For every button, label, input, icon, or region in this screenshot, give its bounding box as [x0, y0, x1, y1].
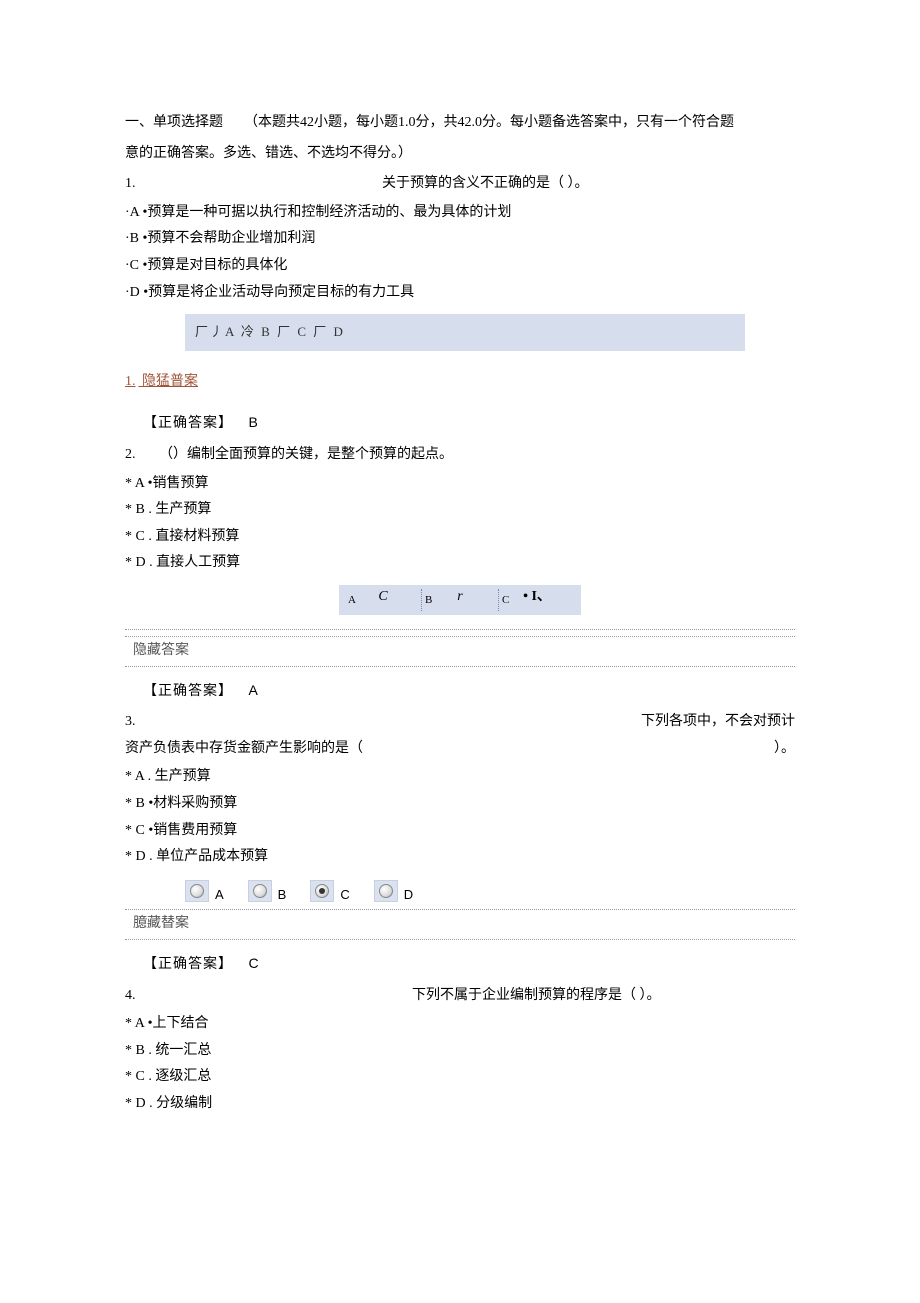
question-3: 3. 下列各项中，不会对预计 资产负债表中存货金额产生影响的是（ ）。 * A … [125, 709, 795, 978]
section-header: 一、单项选择题 （本题共42小题，每小题1.0分，共42.0分。每小题备选答案中… [125, 110, 795, 137]
q2-strip-b-label: B [425, 590, 432, 611]
q3-option-c: * C •销售费用预算 [125, 818, 795, 845]
q4-number: 4. [125, 983, 145, 1010]
q1-option-c: ·C •预算是对目标的具体化 [125, 253, 795, 280]
q4-option-a: * A •上下结合 [125, 1011, 795, 1038]
q1-hide-answer-link[interactable]: 1. 隐猛普案 [125, 369, 198, 396]
q2-hide-answer[interactable]: 隐藏答案 [125, 636, 795, 667]
q2-stem: （）编制全面预算的关键，是整个预算的起点。 [159, 447, 453, 462]
q2-correct-label: 【正确答案】 [143, 684, 233, 699]
q2-correct-val: A [249, 682, 258, 698]
q2-strip-b-mark: r [457, 584, 462, 611]
section-note-2: 意的正确答案。多选、错选、不选均不得分。） [125, 146, 412, 161]
q3-stem-right: 下列各项中，不会对预计 [641, 709, 795, 736]
q3-radio-a-label: A [215, 875, 224, 908]
q1-correct-val: B [249, 414, 258, 430]
q2-strip-c-mark: • I、 [523, 584, 551, 611]
q4-stem: 下列不属于企业编制预算的程序是（ ）。 [412, 988, 661, 1003]
radio-icon [315, 884, 329, 898]
section-note-2-wrap: 意的正确答案。多选、错选、不选均不得分。） [125, 141, 795, 168]
section-title: 一、单项选择题 [125, 115, 223, 130]
q2-option-d: * D . 直接人工预算 [125, 550, 795, 577]
q4-option-b: * B . 统一汇总 [125, 1038, 795, 1065]
q3-correct: 【正确答案】 C [143, 950, 795, 979]
q1-option-a: ·A •预算是一种可据以执行和控制经济活动的、最为具体的计划 [125, 200, 795, 227]
radio-icon [253, 884, 267, 898]
q3-radio-b[interactable]: B [248, 875, 287, 908]
q1-option-b: ·B •预算不会帮助企业增加利润 [125, 226, 795, 253]
q4-options: * A •上下结合 * B . 统一汇总 * C . 逐级汇总 * D . 分级… [125, 1011, 795, 1117]
q1-correct: 【正确答案】 B [143, 409, 795, 438]
q2-answer-strip[interactable]: A C Br C • I、 [339, 585, 581, 615]
q2-strip-a-mark: C [378, 584, 387, 611]
q3-radio-group: A B C D [185, 875, 795, 908]
q1-answer-strip[interactable]: 厂丿A 冷 B 厂 C 厂 D [185, 314, 745, 351]
q2-options: * A •销售预算 * B . 生产预算 * C . 直接材料预算 * D . … [125, 471, 795, 577]
section-note-1: （本题共42小题，每小题1.0分，共42.0分。每小题备选答案中，只有一个符合题 [244, 115, 734, 130]
q3-radio-c-label: C [340, 875, 349, 908]
q3-correct-val: C [249, 955, 259, 971]
question-2: 2. （）编制全面预算的关键，是整个预算的起点。 * A •销售预算 * B .… [125, 442, 795, 705]
q3-radio-c[interactable]: C [310, 875, 349, 908]
q1-hide-num: 1. [125, 374, 136, 389]
q2-number: 2. [125, 442, 145, 469]
q1-option-d: ·D •预算是将企业活动导向预定目标的有力工具 [125, 280, 795, 307]
q2-strip-c-label: C [502, 590, 509, 611]
radio-icon [379, 884, 393, 898]
q1-hide-text: 隐猛普案 [142, 374, 198, 389]
q1-stem: 关于预算的含义不正确的是（ ）。 [382, 176, 589, 191]
q3-radio-d[interactable]: D [374, 875, 413, 908]
q4-option-d: * D . 分级编制 [125, 1091, 795, 1118]
q3-options: * A . 生产预算 * B •材料采购预算 * C •销售费用预算 * D .… [125, 764, 795, 870]
q3-radio-d-label: D [404, 875, 413, 908]
q3-radio-a[interactable]: A [185, 875, 224, 908]
q3-stem-line2-left: 资产负债表中存货金额产生影响的是（ [125, 736, 363, 763]
q3-correct-label: 【正确答案】 [143, 957, 233, 972]
q3-option-d: * D . 单位产品成本预算 [125, 844, 795, 871]
q2-strip-a-label: A [348, 590, 356, 611]
q1-number: 1. [125, 171, 145, 198]
q3-number: 3. [125, 709, 145, 736]
q2-correct: 【正确答案】 A [143, 677, 795, 706]
q2-option-a: * A •销售预算 [125, 471, 795, 498]
q2-option-c: * C . 直接材料预算 [125, 524, 795, 551]
q3-hide-answer[interactable]: 臆藏替案 [125, 909, 795, 940]
q3-radio-b-label: B [278, 875, 287, 908]
q4-option-c: * C . 逐级汇总 [125, 1064, 795, 1091]
q3-stem-line2-right: ）。 [774, 736, 795, 763]
radio-icon [190, 884, 204, 898]
question-4: 4. 下列不属于企业编制预算的程序是（ ）。 * A •上下结合 * B . 统… [125, 983, 795, 1118]
question-1: 1. 关于预算的含义不正确的是（ ）。 ·A •预算是一种可据以执行和控制经济活… [125, 171, 795, 438]
q3-option-a: * A . 生产预算 [125, 764, 795, 791]
q3-option-b: * B •材料采购预算 [125, 791, 795, 818]
q1-options: ·A •预算是一种可据以执行和控制经济活动的、最为具体的计划 ·B •预算不会帮… [125, 200, 795, 306]
q2-option-b: * B . 生产预算 [125, 497, 795, 524]
q1-correct-label: 【正确答案】 [143, 416, 233, 431]
